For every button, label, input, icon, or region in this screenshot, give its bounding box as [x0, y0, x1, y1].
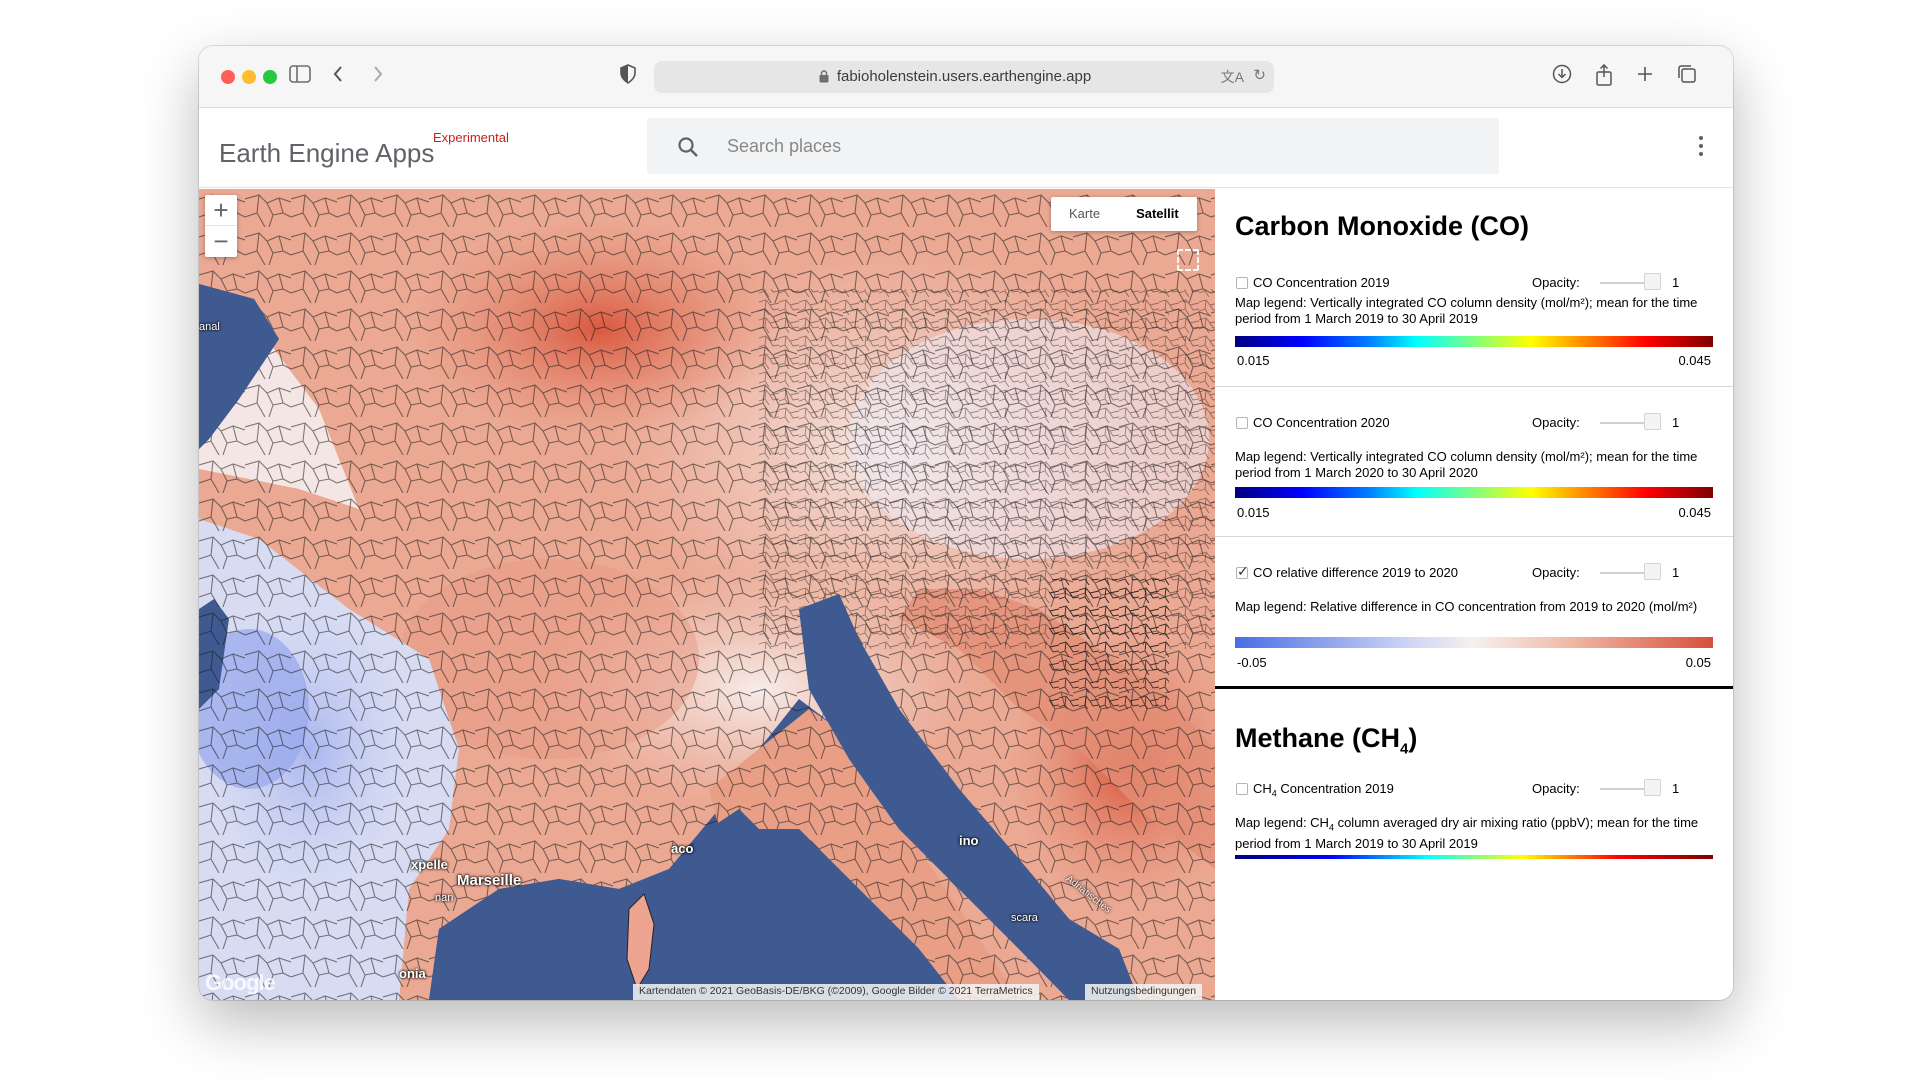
- translate-icon[interactable]: 文A: [1221, 67, 1244, 87]
- browser-window: fabioholenstein.users.earthengine.app 文A…: [199, 46, 1733, 1000]
- search-input[interactable]: [727, 132, 1427, 160]
- opacity-slider-handle[interactable]: [1644, 273, 1661, 290]
- opacity-label: Opacity:: [1532, 781, 1580, 796]
- map-type-karte[interactable]: Karte: [1051, 197, 1118, 231]
- opacity-label: Opacity:: [1532, 275, 1580, 290]
- layer-checkbox[interactable]: [1236, 783, 1248, 795]
- map-view[interactable]: Marseille aco xpelle anal nan onia ino s…: [199, 189, 1215, 1000]
- back-icon[interactable]: [325, 64, 351, 90]
- legend-min: 0.015: [1237, 353, 1270, 368]
- legend-min: -0.05: [1237, 655, 1267, 670]
- legend-min: 0.015: [1237, 505, 1270, 520]
- map-attribution: Kartendaten © 2021 GeoBasis-DE/BKG (©200…: [633, 984, 1039, 1000]
- more-options-icon[interactable]: [1697, 136, 1705, 160]
- zoom-window-button[interactable]: [263, 70, 277, 84]
- zoom-in-button[interactable]: +: [205, 195, 237, 226]
- new-tab-icon[interactable]: [1632, 64, 1658, 90]
- zoom-control: + −: [205, 195, 237, 257]
- legend-description: Map legend: Vertically integrated CO col…: [1235, 295, 1698, 326]
- forward-icon[interactable]: [365, 64, 391, 90]
- legend-description: Map legend: Relative difference in CO co…: [1235, 599, 1698, 614]
- layer-name: CO relative difference 2019 to 2020: [1253, 565, 1459, 580]
- opacity-label: Opacity:: [1532, 415, 1580, 430]
- map-label-marseille: Marseille: [457, 872, 522, 889]
- layer-ch4-2019: CH4 Concentration 2019 Opacity: 1 Map le…: [1215, 771, 1733, 1000]
- map-label-monaco: aco: [671, 841, 694, 856]
- opacity-slider-handle[interactable]: [1644, 563, 1661, 580]
- layer-panel: Carbon Monoxide (CO) CO Concentration 20…: [1215, 189, 1733, 1000]
- search-box[interactable]: [647, 118, 1499, 174]
- opacity-slider-handle[interactable]: [1644, 413, 1661, 430]
- layer-checkbox[interactable]: [1236, 417, 1248, 429]
- legend-max: 0.045: [1678, 353, 1711, 368]
- map-type-control: Karte Satellit: [1051, 197, 1197, 231]
- methane-section-title: Methane (CH4): [1235, 723, 1418, 758]
- terms-link[interactable]: Nutzungsbedingungen: [1085, 984, 1203, 1000]
- app-header: Earth Engine Apps Experimental: [199, 108, 1733, 188]
- layer-co-difference: CO relative difference 2019 to 2020 Opac…: [1215, 537, 1733, 689]
- map-label-rimini: ino: [959, 833, 979, 848]
- map-label-pescara: scara: [1011, 912, 1038, 924]
- close-window-button[interactable]: [221, 70, 235, 84]
- minimize-window-button[interactable]: [242, 70, 256, 84]
- legend-color-bar: [1235, 487, 1713, 498]
- legend-max: 0.05: [1685, 655, 1711, 670]
- legend-color-bar: [1235, 336, 1713, 347]
- legend-max: 0.045: [1678, 505, 1711, 520]
- app-brand[interactable]: Earth Engine Apps: [219, 138, 434, 169]
- legend-description: Map legend: Vertically integrated CO col…: [1235, 449, 1698, 480]
- browser-toolbar: fabioholenstein.users.earthengine.app 文A…: [199, 46, 1733, 108]
- search-icon[interactable]: [677, 136, 699, 158]
- map-label-montpellier: xpelle: [411, 857, 448, 872]
- legend-description: Map legend: CH4 column averaged dry air …: [1235, 815, 1699, 851]
- reload-icon[interactable]: ↻: [1253, 66, 1266, 84]
- map-label-catalonia: onia: [399, 966, 426, 981]
- download-icon[interactable]: [1549, 64, 1575, 90]
- layer-name: CO Concentration 2019: [1253, 275, 1390, 290]
- url-text: fabioholenstein.users.earthengine.app: [836, 68, 1092, 85]
- zoom-out-button[interactable]: −: [205, 226, 237, 257]
- map-label-nimes: nan: [435, 892, 454, 904]
- layer-checkbox[interactable]: [1236, 277, 1248, 289]
- opacity-label: Opacity:: [1532, 565, 1580, 580]
- tabs-overview-icon[interactable]: [1674, 64, 1700, 90]
- experimental-badge: Experimental: [433, 130, 509, 145]
- shield-icon[interactable]: [615, 64, 641, 90]
- address-bar[interactable]: fabioholenstein.users.earthengine.app 文A…: [654, 61, 1274, 93]
- google-logo: Google: [205, 970, 276, 995]
- opacity-value: 1: [1672, 781, 1680, 796]
- map-type-satellit[interactable]: Satellit: [1118, 197, 1197, 231]
- opacity-slider-handle[interactable]: [1644, 779, 1661, 796]
- layer-checkbox[interactable]: [1236, 563, 1249, 580]
- layer-co-2019: CO Concentration 2019 Opacity: 1 Map leg…: [1215, 265, 1733, 387]
- legend-color-bar: [1235, 855, 1713, 859]
- opacity-value: 1: [1672, 275, 1680, 290]
- legend-color-bar: [1235, 637, 1713, 648]
- layer-name: CH4 Concentration 2019: [1253, 781, 1394, 799]
- share-icon[interactable]: [1591, 63, 1617, 90]
- sidebar-icon[interactable]: [287, 64, 313, 90]
- layer-name: CO Concentration 2020: [1253, 415, 1390, 430]
- co-section-title: Carbon Monoxide (CO): [1235, 211, 1529, 241]
- opacity-value: 1: [1672, 415, 1680, 430]
- layer-co-2020: CO Concentration 2020 Opacity: 1 Map leg…: [1215, 387, 1733, 537]
- fullscreen-icon[interactable]: [1177, 249, 1199, 271]
- map-label-channel: anal: [199, 321, 220, 333]
- choropleth-map[interactable]: [199, 189, 1215, 1000]
- opacity-value: 1: [1672, 565, 1680, 580]
